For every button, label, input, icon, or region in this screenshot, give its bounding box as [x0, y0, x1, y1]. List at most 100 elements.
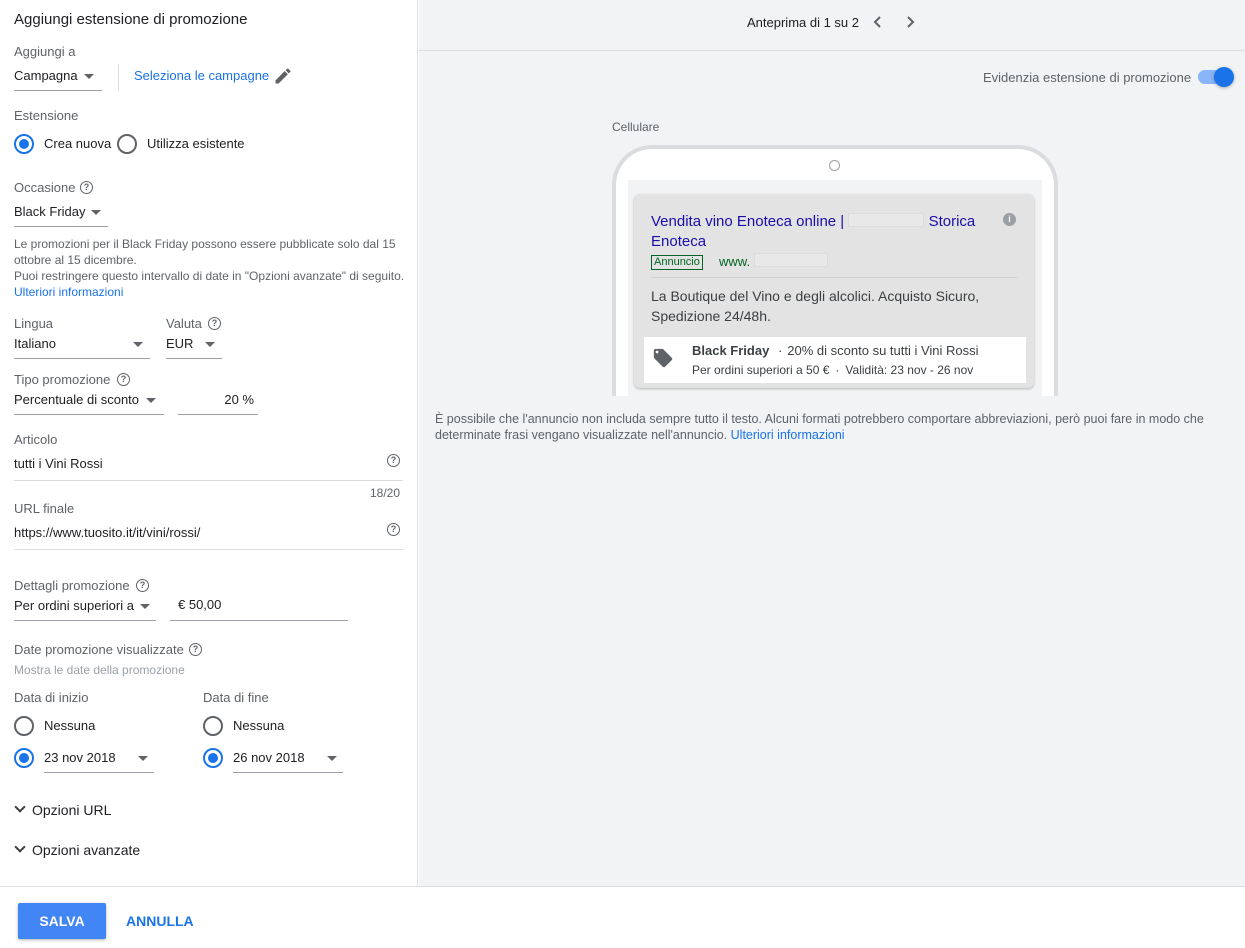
ad-headline[interactable]: Vendita vino Enoteca online | Storica En…	[651, 212, 991, 252]
start-date-value: 23 nov 2018	[44, 750, 116, 765]
details-amount-value: € 50,00	[178, 597, 222, 612]
details-dropdown[interactable]: Per ordini superiori a	[14, 596, 156, 622]
dropdown-caret-icon	[146, 398, 156, 403]
item-input[interactable]: tutti i Vini Rossi ?	[14, 452, 403, 482]
promo-type-value: Percentuale di sconto	[14, 392, 140, 407]
details-help-icon[interactable]: ?	[136, 579, 149, 592]
dropdown-caret-icon	[91, 210, 101, 215]
highlight-toggle-knob[interactable]	[1214, 67, 1234, 87]
details-value: Per ordini superiori a	[14, 598, 134, 613]
promo-type-dropdown[interactable]: Percentuale di sconto	[14, 390, 164, 416]
add-to-dropdown[interactable]: Campagna	[14, 66, 102, 92]
ad-card[interactable]: Vendita vino Enoteca online | Storica En…	[634, 194, 1034, 388]
preview-pager: Anteprima di 1 su 2	[747, 15, 860, 30]
form-title: Aggiungi estensione di promozione	[14, 11, 248, 28]
preview-disclaimer: È possibile che l'annuncio non includa s…	[435, 412, 1204, 442]
final-url-value: https://www.tuosito.it/it/vini/rossi/	[14, 525, 201, 540]
currency-label: Valuta	[166, 316, 202, 331]
dropdown-caret-icon	[133, 342, 143, 347]
end-date-dropdown[interactable]: 26 nov 2018	[233, 748, 343, 774]
phone-screen: Vendita vino Enoteca online | Storica En…	[628, 180, 1042, 396]
promotion-extension[interactable]: Black Friday · 20% di sconto su tutti i V…	[644, 337, 1026, 383]
item-label: Articolo	[14, 432, 58, 447]
end-date-label: Data di fine	[203, 690, 269, 705]
create-new-label: Crea nuova	[44, 136, 112, 151]
create-new-radio[interactable]	[14, 134, 34, 154]
dropdown-caret-icon	[84, 74, 94, 79]
advanced-options-expander[interactable]: Opzioni avanzate	[12, 840, 212, 862]
url-options-expander[interactable]: Opzioni URL	[12, 800, 212, 822]
language-dropdown[interactable]: Italiano	[14, 334, 150, 360]
end-none-radio[interactable]	[203, 716, 223, 736]
disclaimer-learn-more-link[interactable]: Ulteriori informazioni	[731, 428, 845, 442]
promo-percent-input[interactable]: 20 %	[178, 390, 258, 416]
dropdown-caret-icon	[138, 756, 148, 761]
occasion-dropdown[interactable]: Black Friday	[14, 202, 108, 228]
add-to-value: Campagna	[14, 68, 78, 83]
details-amount-input[interactable]: € 50,00	[170, 596, 348, 622]
tag-icon	[653, 348, 673, 368]
chevron-right-icon[interactable]	[903, 15, 917, 29]
ad-display-url: www.	[719, 254, 751, 269]
currency-help-icon[interactable]: ?	[208, 317, 221, 330]
redacted-text	[848, 213, 925, 227]
select-campaigns-link[interactable]: Seleziona le campagne	[134, 68, 269, 83]
url-help-icon[interactable]: ?	[387, 523, 400, 536]
occasion-help-icon[interactable]: ?	[80, 181, 93, 194]
chevron-left-icon[interactable]	[871, 15, 885, 29]
use-existing-radio[interactable]	[117, 134, 137, 154]
item-help-icon[interactable]: ?	[387, 454, 400, 467]
promo-line-2: Per ordini superiori a 50 € · Validità: 23…	[692, 363, 974, 377]
info-icon[interactable]: i	[1003, 213, 1016, 226]
ad-description: La Boutique del Vino e degli alcolici. A…	[651, 288, 980, 324]
preview-panel	[419, 0, 1245, 886]
url-label: URL finale	[14, 501, 75, 516]
chevron-down-icon	[14, 801, 26, 813]
advanced-options-label: Opzioni avanzate	[32, 842, 141, 858]
end-date-value: 26 nov 2018	[233, 750, 305, 765]
start-none-radio[interactable]	[14, 716, 34, 736]
promo-type-label: Tipo promozione	[14, 372, 111, 387]
promo-percent-value: 20 %	[224, 392, 254, 407]
currency-dropdown[interactable]: EUR	[166, 334, 222, 360]
start-date-dropdown[interactable]: 23 nov 2018	[44, 748, 154, 774]
occasion-value: Black Friday	[14, 204, 86, 219]
device-label: Cellulare	[612, 120, 660, 134]
start-date-radio[interactable]	[14, 748, 34, 768]
end-none-label: Nessuna	[233, 718, 285, 733]
occasion-label: Occasione	[14, 180, 76, 195]
currency-value: EUR	[166, 336, 194, 351]
phone-camera-icon	[829, 160, 840, 171]
end-date-radio[interactable]	[203, 748, 223, 768]
dates-sublabel: Mostra le date della promozione	[14, 663, 185, 677]
dropdown-caret-icon	[327, 756, 337, 761]
item-value: tutti i Vini Rossi	[14, 456, 103, 471]
language-label: Lingua	[14, 316, 54, 331]
start-none-label: Nessuna	[44, 718, 96, 733]
dates-help-icon[interactable]: ?	[189, 643, 202, 656]
dropdown-caret-icon	[205, 342, 215, 347]
occasion-note: Le promozioni per il Black Friday posson…	[14, 237, 406, 300]
add-to-label: Aggiungi a	[14, 44, 76, 59]
promo-line-1: Black Friday · 20% di sconto su tutti i V…	[692, 343, 979, 358]
chevron-down-icon	[14, 841, 26, 853]
extension-label: Estensione	[14, 108, 79, 123]
promo-type-help-icon[interactable]: ?	[117, 373, 130, 386]
redacted-url	[754, 253, 828, 267]
details-label: Dettagli promozione	[14, 578, 130, 593]
promotion-form-panel: Aggiungi estensione di promozione Aggiun…	[0, 0, 418, 886]
url-options-label: Opzioni URL	[32, 802, 112, 818]
save-button[interactable]: SALVA	[18, 903, 106, 939]
start-date-label: Data di inizio	[14, 690, 89, 705]
language-value: Italiano	[14, 336, 56, 351]
use-existing-label: Utilizza esistente	[147, 136, 245, 151]
highlight-label: Evidenzia estensione di promozione	[983, 70, 1192, 85]
final-url-input[interactable]: https://www.tuosito.it/it/vini/rossi/ ?	[14, 521, 403, 551]
pencil-icon[interactable]	[273, 66, 293, 86]
learn-more-link[interactable]: Ulteriori informazioni	[14, 284, 406, 300]
ad-badge: Annuncio	[651, 255, 703, 270]
cancel-button[interactable]: ANNULLA	[126, 903, 194, 939]
item-char-counter: 18/20	[370, 486, 401, 500]
dates-label: Date promozione visualizzate	[14, 642, 184, 657]
dropdown-caret-icon	[140, 604, 150, 609]
